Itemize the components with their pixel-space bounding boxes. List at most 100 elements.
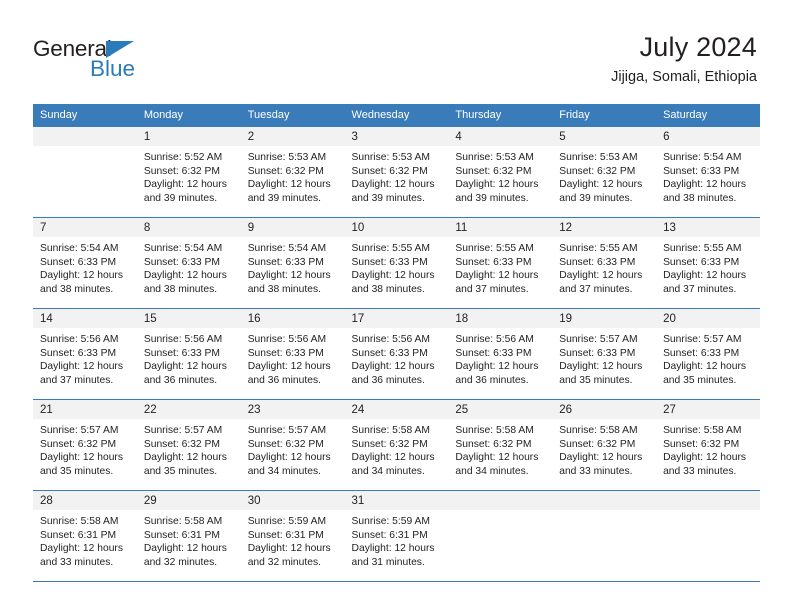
day-cell[interactable] [656, 490, 760, 583]
day-cell[interactable] [552, 490, 657, 583]
sunset-text: Sunset: 6:32 PM [455, 438, 532, 450]
day-cell[interactable]: 25 Sunrise: 5:58 AM Sunset: 6:32 PM Dayligh… [448, 399, 553, 492]
daylight-text-line2: and 31 minutes. [351, 556, 425, 568]
day-details: Sunrise: 5:56 AM Sunset: 6:33 PM Daylight:… [448, 328, 552, 387]
day-details: Sunrise: 5:58 AM Sunset: 6:32 PM Daylight:… [656, 419, 760, 478]
day-number: 27 [656, 400, 760, 420]
daylight-text-line1: Daylight: 12 hours [247, 270, 331, 282]
day-cell[interactable]: 10 Sunrise: 5:55 AM Sunset: 6:33 PM Dayligh… [344, 217, 449, 310]
daylight-text-line1: Daylight: 12 hours [351, 452, 435, 464]
daylight-text-line1: Daylight: 12 hours [40, 270, 123, 282]
daylight-text-line2: and 36 minutes. [351, 374, 425, 386]
sunset-text: Sunset: 6:32 PM [247, 438, 324, 450]
day-cell[interactable]: 19 Sunrise: 5:57 AM Sunset: 6:33 PM Dayligh… [552, 308, 657, 401]
day-number: 31 [344, 491, 449, 511]
sunset-text: Sunset: 6:32 PM [247, 165, 324, 177]
day-cell[interactable]: 7 Sunrise: 5:54 AM Sunset: 6:33 PM Daylight… [33, 217, 137, 310]
day-cell[interactable]: 20 Sunrise: 5:57 AM Sunset: 6:33 PM Dayligh… [656, 308, 760, 401]
day-cell[interactable]: 6 Sunrise: 5:54 AM Sunset: 6:33 PM Daylight… [656, 127, 760, 219]
daylight-text-line1: Daylight: 12 hours [559, 361, 643, 373]
daylight-text-line1: Daylight: 12 hours [247, 179, 331, 191]
sunset-text: Sunset: 6:32 PM [351, 438, 428, 450]
day-cell[interactable]: 18 Sunrise: 5:56 AM Sunset: 6:33 PM Dayligh… [448, 308, 553, 401]
sunrise-text: Sunrise: 5:55 AM [663, 243, 742, 255]
day-details: Sunrise: 5:59 AM Sunset: 6:31 PM Daylight:… [345, 510, 449, 569]
weekday-header-wednesday: Wednesday [344, 104, 449, 128]
day-number: 13 [656, 218, 760, 238]
day-cell[interactable]: 13 Sunrise: 5:55 AM Sunset: 6:33 PM Dayligh… [656, 217, 760, 310]
day-cell[interactable]: 29 Sunrise: 5:58 AM Sunset: 6:31 PM Dayligh… [136, 490, 241, 583]
sunset-text: Sunset: 6:32 PM [663, 438, 740, 450]
day-cell[interactable]: 9 Sunrise: 5:54 AM Sunset: 6:33 PM Daylight… [240, 217, 345, 310]
daylight-text-line2: and 33 minutes. [559, 465, 633, 477]
day-details: Sunrise: 5:56 AM Sunset: 6:33 PM Daylight:… [345, 328, 449, 387]
day-cell[interactable]: 8 Sunrise: 5:54 AM Sunset: 6:33 PM Daylight… [136, 217, 241, 310]
day-cell[interactable]: 21 Sunrise: 5:57 AM Sunset: 6:32 PM Dayligh… [33, 399, 137, 492]
calendar-page: General Blue July 2024 Jijiga, Somali, E… [0, 0, 792, 612]
day-cell[interactable]: 23 Sunrise: 5:57 AM Sunset: 6:32 PM Dayligh… [240, 399, 345, 492]
day-cell[interactable]: 16 Sunrise: 5:56 AM Sunset: 6:33 PM Dayligh… [240, 308, 345, 401]
sunset-text: Sunset: 6:32 PM [143, 165, 220, 177]
daylight-text-line2: and 34 minutes. [455, 465, 529, 477]
sunset-text: Sunset: 6:33 PM [143, 347, 220, 359]
daylight-text-line2: and 38 minutes. [143, 283, 218, 295]
day-number: 1 [136, 127, 241, 147]
day-cell[interactable]: 4 Sunrise: 5:53 AM Sunset: 6:32 PM Daylight… [448, 127, 553, 219]
day-cell[interactable]: 30 Sunrise: 5:59 AM Sunset: 6:31 PM Dayligh… [240, 490, 345, 583]
logo-text-blue: Blue [90, 56, 136, 81]
weekday-header-thursday: Thursday [448, 104, 553, 128]
day-details [448, 510, 552, 515]
daylight-text-line2: and 37 minutes. [455, 283, 529, 295]
day-cell[interactable]: 14 Sunrise: 5:56 AM Sunset: 6:33 PM Dayligh… [33, 308, 137, 401]
sunset-text: Sunset: 6:33 PM [663, 165, 740, 177]
day-cell[interactable]: 12 Sunrise: 5:55 AM Sunset: 6:33 PM Dayligh… [552, 217, 657, 310]
day-number: 20 [656, 309, 760, 329]
daylight-text-line2: and 32 minutes. [143, 556, 218, 568]
day-details [552, 510, 656, 515]
day-cell[interactable]: 5 Sunrise: 5:53 AM Sunset: 6:32 PM Daylight… [552, 127, 657, 219]
day-number [448, 491, 553, 511]
day-cell[interactable]: 2 Sunrise: 5:53 AM Sunset: 6:32 PM Daylight… [240, 127, 345, 219]
daylight-text-line2: and 34 minutes. [351, 465, 425, 477]
day-cell[interactable]: 3 Sunrise: 5:53 AM Sunset: 6:32 PM Daylight… [344, 127, 449, 219]
day-cell[interactable]: 31 Sunrise: 5:59 AM Sunset: 6:31 PM Dayligh… [344, 490, 449, 583]
day-cell[interactable]: 27 Sunrise: 5:58 AM Sunset: 6:32 PM Dayligh… [656, 399, 760, 492]
day-number: 23 [240, 400, 345, 420]
sunset-text: Sunset: 6:32 PM [455, 165, 532, 177]
sunrise-text: Sunrise: 5:54 AM [247, 243, 327, 255]
day-cell[interactable]: 22 Sunrise: 5:57 AM Sunset: 6:32 PM Dayligh… [136, 399, 241, 492]
sunrise-text: Sunrise: 5:56 AM [247, 334, 327, 346]
sunrise-text: Sunrise: 5:59 AM [247, 516, 327, 528]
day-details: Sunrise: 5:55 AM Sunset: 6:33 PM Daylight:… [552, 237, 656, 296]
day-cell[interactable]: 17 Sunrise: 5:56 AM Sunset: 6:33 PM Dayligh… [344, 308, 449, 401]
day-cell[interactable] [448, 490, 553, 583]
weekday-header-sunday: Sunday [33, 104, 137, 128]
day-details: Sunrise: 5:55 AM Sunset: 6:33 PM Daylight:… [448, 237, 552, 296]
daylight-text-line2: and 39 minutes. [455, 192, 529, 204]
day-details: Sunrise: 5:57 AM Sunset: 6:32 PM Daylight:… [241, 419, 345, 478]
generalblue-logo[interactable]: General Blue [33, 37, 183, 84]
day-cell[interactable] [33, 127, 137, 219]
day-details: Sunrise: 5:56 AM Sunset: 6:33 PM Daylight:… [241, 328, 345, 387]
day-details: Sunrise: 5:53 AM Sunset: 6:32 PM Daylight:… [552, 146, 656, 205]
sunrise-text: Sunrise: 5:52 AM [143, 152, 223, 164]
day-cell[interactable]: 11 Sunrise: 5:55 AM Sunset: 6:33 PM Dayligh… [448, 217, 553, 310]
weekday-header-saturday: Saturday [656, 104, 760, 128]
daylight-text-line1: Daylight: 12 hours [40, 452, 123, 464]
daylight-text-line1: Daylight: 12 hours [247, 361, 331, 373]
day-number: 5 [552, 127, 657, 147]
weekday-header-tuesday: Tuesday [240, 104, 345, 128]
daylight-text-line1: Daylight: 12 hours [351, 270, 435, 282]
day-cell[interactable]: 26 Sunrise: 5:58 AM Sunset: 6:32 PM Dayligh… [552, 399, 657, 492]
day-number [656, 491, 760, 511]
calendar-grid: Sunday Monday Tuesday Wednesday Thursday… [33, 104, 760, 583]
day-cell[interactable]: 24 Sunrise: 5:58 AM Sunset: 6:32 PM Dayligh… [344, 399, 449, 492]
day-cell[interactable]: 15 Sunrise: 5:56 AM Sunset: 6:33 PM Dayligh… [136, 308, 241, 401]
sunrise-text: Sunrise: 5:57 AM [247, 425, 327, 437]
day-cell[interactable]: 1 Sunrise: 5:52 AM Sunset: 6:32 PM Daylight… [136, 127, 241, 219]
daylight-text-line1: Daylight: 12 hours [351, 361, 435, 373]
page-subtitle: Jijiga, Somali, Ethiopia [611, 69, 757, 86]
day-details: Sunrise: 5:56 AM Sunset: 6:33 PM Daylight:… [33, 328, 137, 387]
sunset-text: Sunset: 6:31 PM [351, 529, 428, 541]
day-cell[interactable]: 28 Sunrise: 5:58 AM Sunset: 6:31 PM Dayligh… [33, 490, 137, 583]
